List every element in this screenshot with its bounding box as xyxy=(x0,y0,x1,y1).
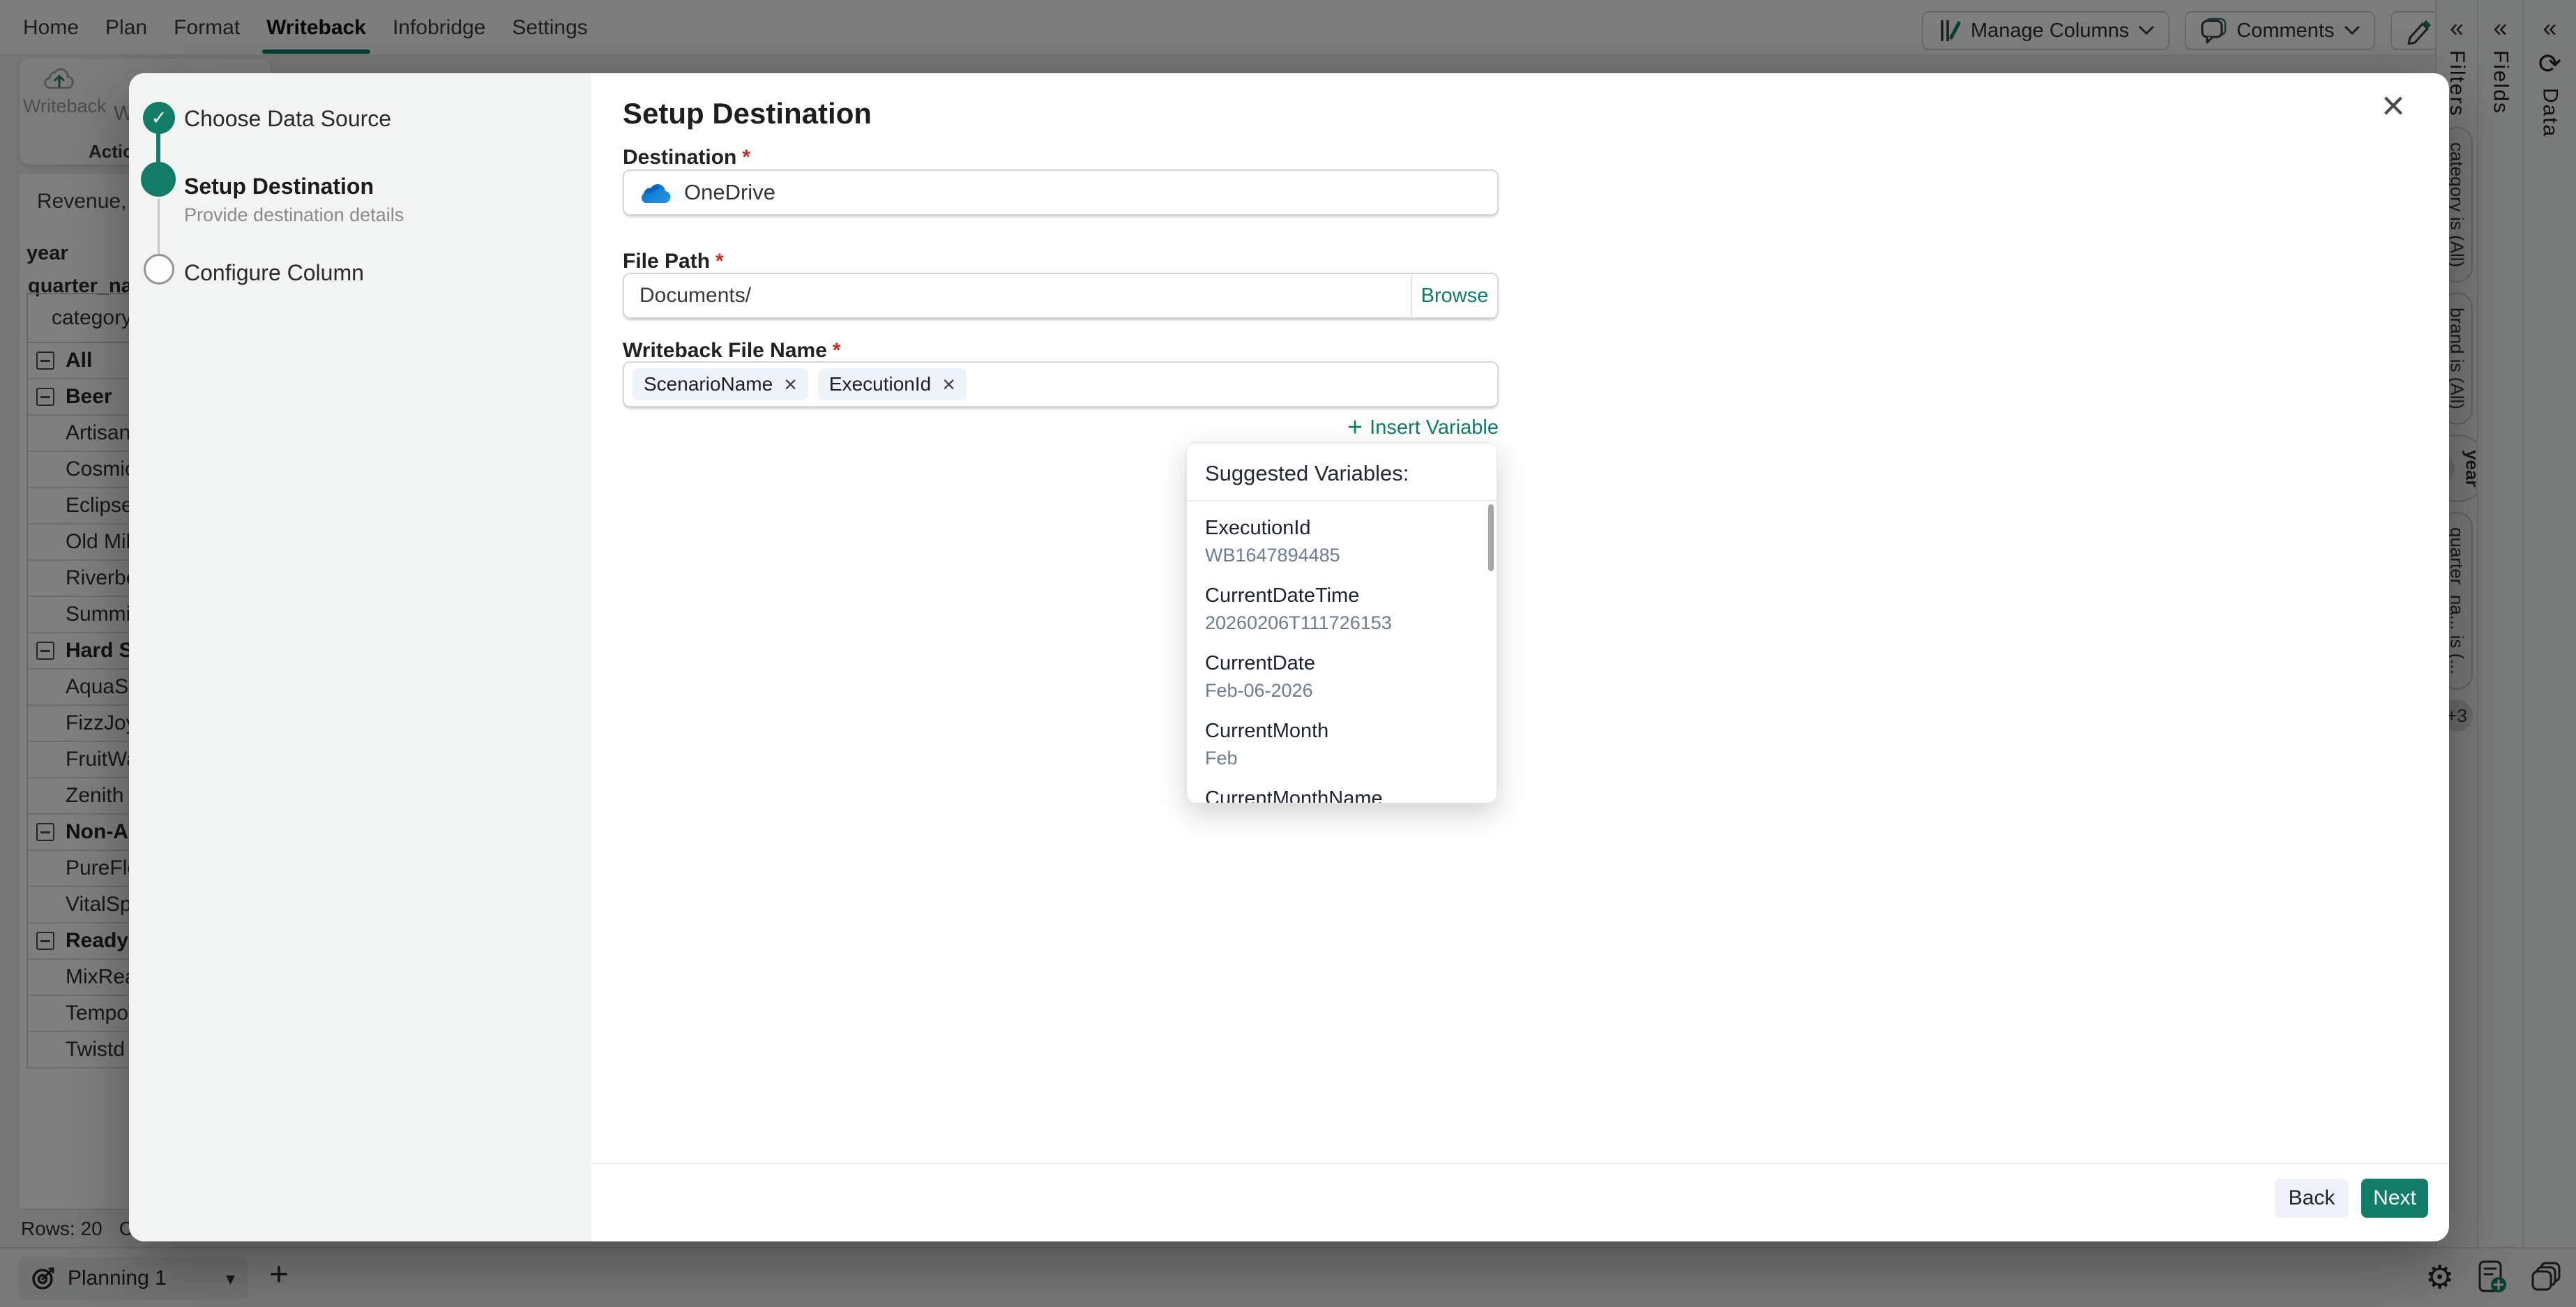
insert-variable-link[interactable]: Insert Variable xyxy=(1370,416,1499,439)
tag-execution-id: ExecutionId × xyxy=(817,368,967,400)
app-screen: Home Plan Format Writeback Infobridge Se… xyxy=(0,0,2576,1307)
variable-option[interactable]: ExecutionId WB1647894485 xyxy=(1205,507,1478,575)
wizard-steps-panel: ✓ Choose Data Source Setup Destination P… xyxy=(129,73,591,1241)
step-setup-destination[interactable]: Setup Destination xyxy=(184,174,374,199)
file-path-input[interactable]: Documents/ Browse xyxy=(623,273,1499,319)
destination-value: OneDrive xyxy=(684,180,775,204)
step-subtitle: Provide destination details xyxy=(184,204,404,225)
back-button[interactable]: Back xyxy=(2275,1179,2349,1218)
dialog-title: Setup Destination xyxy=(623,97,872,130)
suggested-variables-list: ExecutionId WB1647894485 CurrentDateTime… xyxy=(1187,501,1497,803)
step-choose-data-source[interactable]: Choose Data Source xyxy=(184,106,391,132)
variable-option[interactable]: CurrentDateTime 20260206T111726153 xyxy=(1205,575,1478,642)
variable-option[interactable]: CurrentMonthName February xyxy=(1205,778,1478,803)
file-name-tag-input[interactable]: ScenarioName × ExecutionId × xyxy=(623,361,1499,407)
onedrive-icon xyxy=(638,181,672,204)
insert-variable-row: + Insert Variable xyxy=(623,414,1499,441)
next-button[interactable]: Next xyxy=(2361,1179,2428,1218)
file-name-label: Writeback File Name * xyxy=(623,339,841,362)
file-path-value: Documents/ xyxy=(639,284,752,307)
required-asterisk: * xyxy=(742,146,751,169)
plus-icon: + xyxy=(1347,413,1363,442)
browse-button[interactable]: Browse xyxy=(1411,274,1497,317)
step-connector xyxy=(158,199,160,254)
variable-option[interactable]: CurrentMonth Feb xyxy=(1205,710,1478,778)
step-configure-column[interactable]: Configure Column xyxy=(184,260,364,286)
required-asterisk: * xyxy=(715,250,724,273)
step-done-icon[interactable]: ✓ xyxy=(143,102,175,134)
suggested-variables-header: Suggested Variables: xyxy=(1187,443,1497,501)
step-active-icon[interactable] xyxy=(141,162,176,197)
destination-select[interactable]: OneDrive xyxy=(623,169,1499,216)
remove-tag-icon[interactable]: × xyxy=(942,373,955,395)
destination-label: Destination * xyxy=(623,146,751,169)
setup-destination-dialog: ✓ Choose Data Source Setup Destination P… xyxy=(129,73,2449,1241)
tag-scenario-name: ScenarioName × xyxy=(632,368,808,400)
step-todo-icon[interactable] xyxy=(144,254,174,285)
step-connector xyxy=(156,133,160,163)
suggested-variables-dropdown: Suggested Variables: ExecutionId WB16478… xyxy=(1186,442,1497,803)
variable-option[interactable]: CurrentDate Feb-06-2026 xyxy=(1205,642,1478,710)
close-icon[interactable]: × xyxy=(2381,86,2405,126)
footer-divider xyxy=(591,1163,2449,1164)
dropdown-scrollbar[interactable] xyxy=(1488,504,1494,571)
required-asterisk: * xyxy=(832,339,841,362)
file-path-label: File Path * xyxy=(623,250,724,273)
remove-tag-icon[interactable]: × xyxy=(784,373,797,395)
